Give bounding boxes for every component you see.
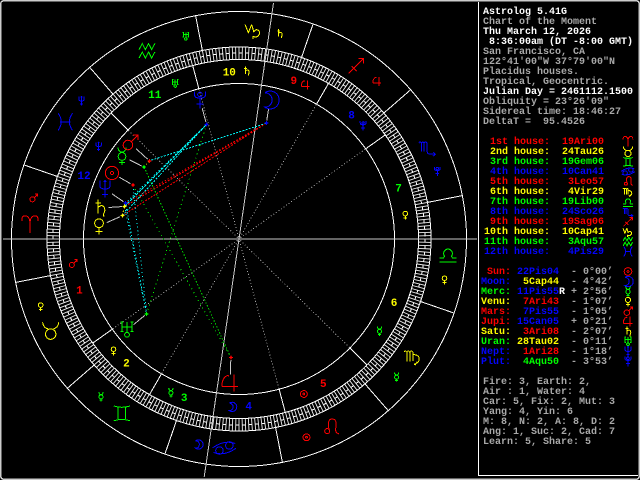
svg-text:6: 6 — [391, 298, 398, 310]
svg-text:11: 11 — [148, 90, 162, 102]
svg-text:12: 12 — [77, 171, 90, 183]
svg-text:10: 10 — [223, 67, 236, 79]
svg-text:7: 7 — [395, 184, 402, 196]
svg-text:9: 9 — [290, 76, 297, 88]
svg-text:5: 5 — [320, 379, 327, 391]
svg-text:4: 4 — [245, 402, 252, 414]
svg-text:3: 3 — [181, 393, 188, 405]
svg-text:2: 2 — [123, 359, 130, 371]
svg-text:8: 8 — [348, 111, 355, 123]
svg-text:1: 1 — [76, 286, 83, 298]
